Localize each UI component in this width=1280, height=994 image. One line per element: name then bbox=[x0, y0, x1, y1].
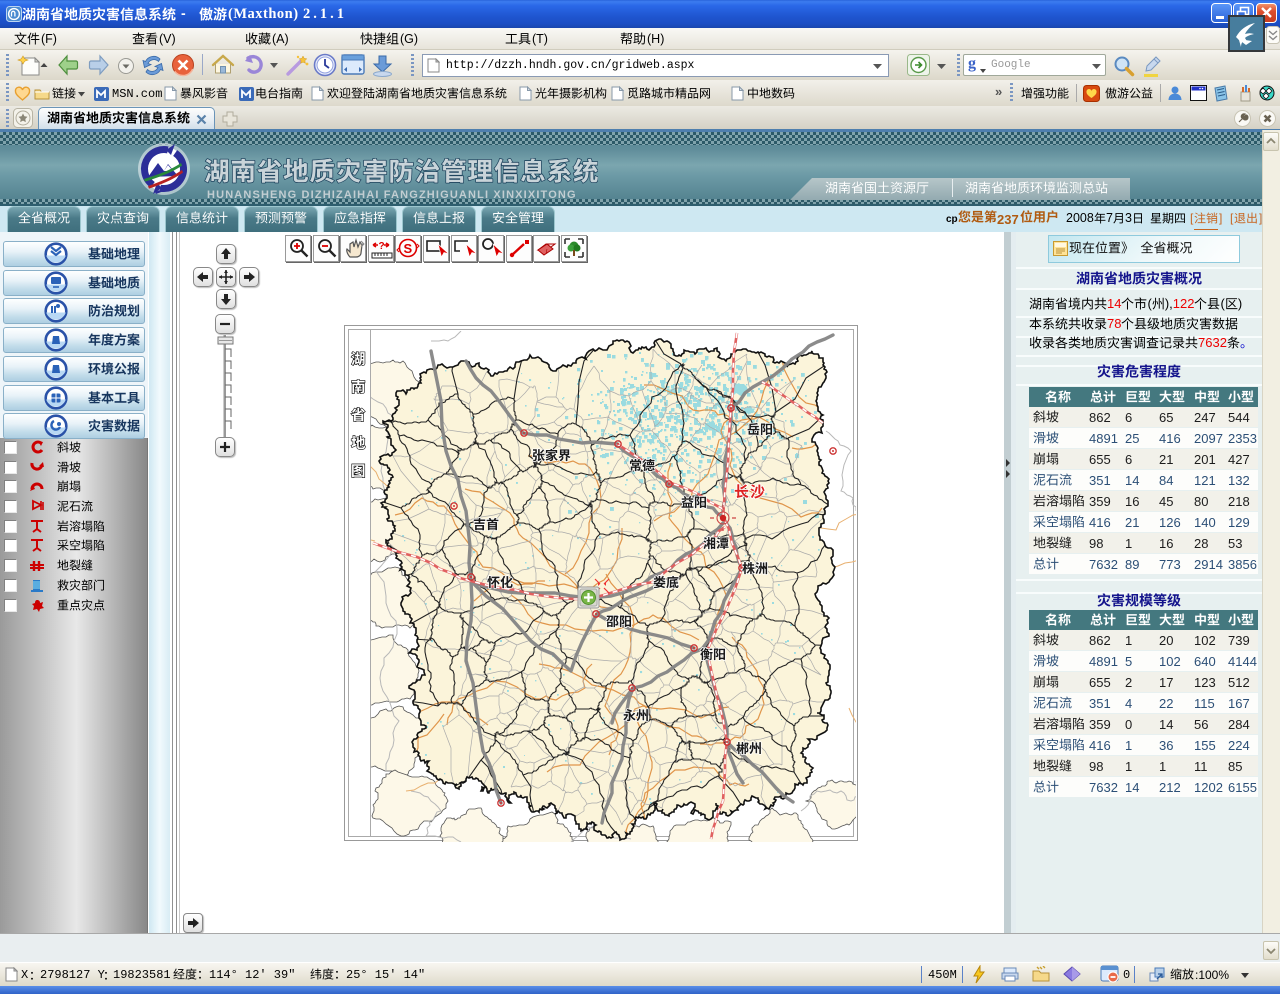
svg-text:?: ? bbox=[379, 241, 385, 252]
svg-text:S: S bbox=[404, 241, 413, 256]
